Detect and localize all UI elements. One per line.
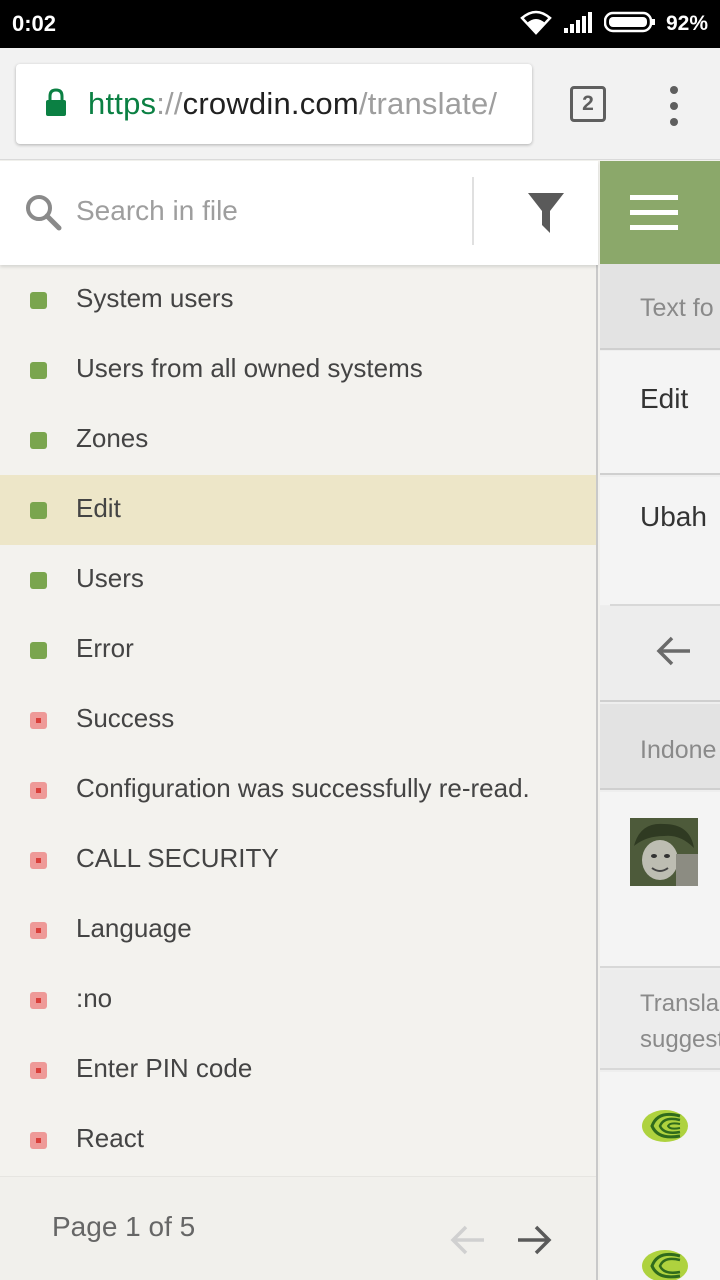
language-section: Indone [600,704,720,790]
list-item[interactable]: Success [0,685,596,755]
list-item-label: Error [76,633,134,663]
list-item[interactable]: Language [0,895,596,965]
list-item[interactable]: React [0,1105,596,1175]
arrow-left-icon[interactable] [450,1225,486,1260]
search-divider [472,177,474,245]
untranslated-status-icon [30,782,47,799]
list-item-label: Language [76,913,192,943]
wifi-icon [520,9,552,40]
list-item[interactable]: Enter PIN code [0,1035,596,1105]
list-item-label: Zones [76,423,149,453]
crowdin-logo-icon [640,1108,690,1149]
suggestions-list [600,1072,720,1280]
source-text: Edit [640,383,689,414]
url-scheme: https [88,86,157,121]
source-string: Edit [600,351,720,475]
translation-entry [600,792,720,968]
list-item-label: Enter PIN code [76,1053,253,1083]
status-icons: 92% [520,8,708,40]
search-icon[interactable] [24,193,62,236]
hamburger-menu-icon[interactable] [630,195,678,240]
translation-text: Ubah [640,501,707,532]
suggestions-section: Transla suggest [600,970,720,1070]
url-separator: :// [156,86,183,121]
filter-icon[interactable] [526,191,566,240]
list-item-label: System users [76,283,234,313]
list-item[interactable]: System users [0,265,596,335]
untranslated-status-icon [30,992,47,1009]
translation-field[interactable]: Ubah [600,477,720,605]
status-time: 0:02 [12,11,57,36]
signal-icon [562,10,594,39]
editor-header [600,161,720,264]
back-arrow-icon[interactable] [656,636,692,671]
untranslated-status-icon [30,852,47,869]
list-item-label: React [76,1123,144,1153]
source-section-header: Text fo [600,264,720,350]
translated-status-icon [30,572,47,589]
suggestions-label-line2: suggest [640,1026,720,1053]
editor-panel: Text fo Edit Ubah Indone Transla suggest [600,161,720,1280]
list-item[interactable]: :no [0,965,596,1035]
arrow-right-icon[interactable] [516,1225,552,1260]
url-path: /translate/ [358,86,498,121]
list-item-label: Configuration was successfully re-read. [76,773,530,803]
list-item[interactable]: Configuration was successfully re-read. [0,755,596,825]
untranslated-status-icon [30,1062,47,1079]
list-item-label: Success [76,703,175,733]
search-bar [0,161,598,265]
source-section-label: Text fo [640,294,714,322]
tab-switcher-button[interactable]: 2 [570,86,606,122]
battery-icon [603,11,656,38]
strings-drawer: System users Users from all owned system… [0,161,598,1280]
address-bar[interactable]: https://crowdin.com/translate/ [16,64,532,144]
search-input[interactable] [76,189,456,233]
list-item[interactable]: Users [0,545,596,615]
list-item-selected[interactable]: Edit [0,475,596,545]
list-item-label: CALL SECURITY [76,843,279,873]
pagination-bar: Page 1 of 5 [0,1176,596,1280]
battery-percent: 92% [665,12,708,35]
translated-status-icon [30,292,47,309]
page-indicator: Page 1 of 5 [52,1211,196,1242]
status-bar: 0:02 92% [0,0,720,48]
string-list: System users Users from all owned system… [0,265,596,1175]
lock-icon [44,88,68,123]
translated-status-icon [30,432,47,449]
crowdin-logo-icon [640,1248,690,1280]
url-text: https://crowdin.com/translate/ [88,86,497,122]
url-host: crowdin.com [182,86,359,121]
list-item-label: Users [76,563,144,593]
suggestions-label-line1: Transla [640,990,720,1017]
list-item[interactable]: Users from all owned systems [0,335,596,405]
list-item[interactable]: Zones [0,405,596,475]
list-item-label: Users from all owned systems [76,353,423,383]
translated-status-icon [30,502,47,519]
avatar [630,818,698,886]
language-label: Indone [640,736,717,764]
list-item-label: Edit [76,493,121,523]
list-item[interactable]: Error [0,615,596,685]
translated-status-icon [30,642,47,659]
list-item[interactable]: CALL SECURITY [0,825,596,895]
browser-toolbar: https://crowdin.com/translate/ 2 [0,48,720,160]
translated-status-icon [30,362,47,379]
more-menu-icon[interactable] [664,86,684,126]
untranslated-status-icon [30,922,47,939]
untranslated-status-icon [30,712,47,729]
editor-toolbar [600,606,720,702]
list-item-label: :no [76,983,113,1013]
untranslated-status-icon [30,1132,47,1149]
